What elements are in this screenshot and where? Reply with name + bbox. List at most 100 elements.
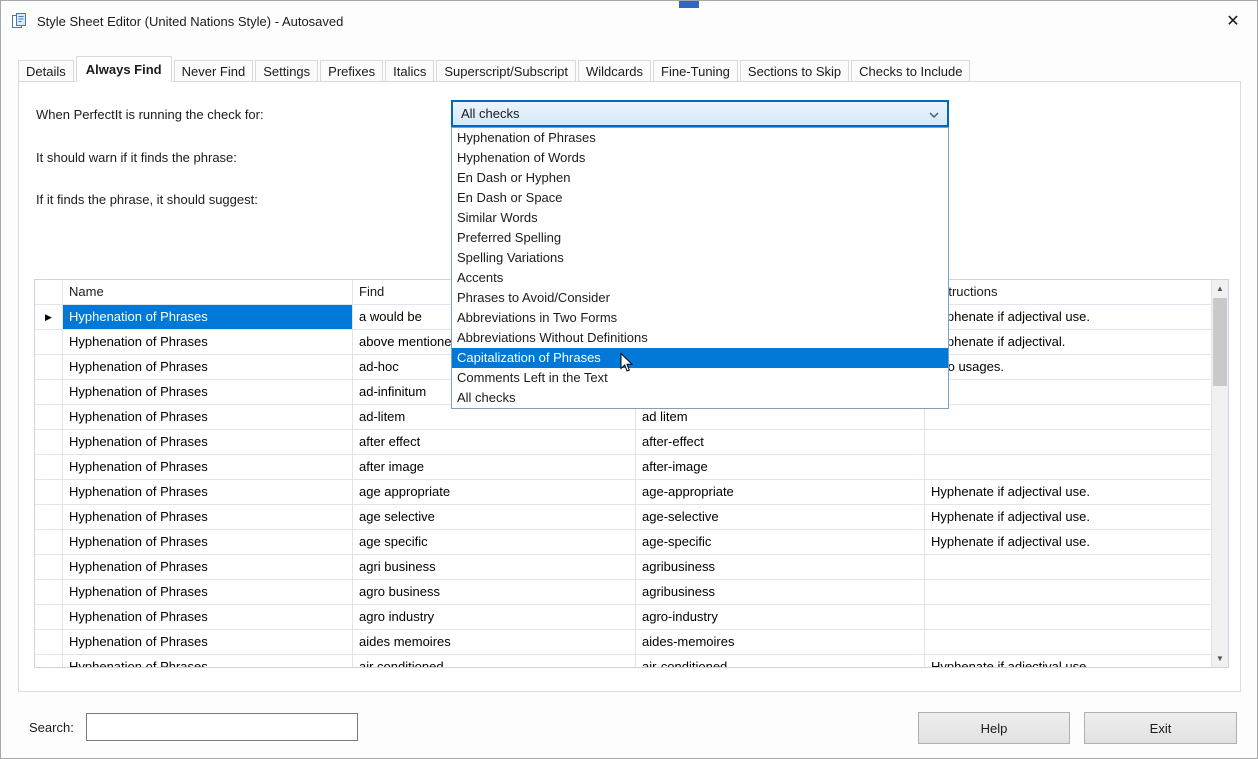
- cell-find[interactable]: age specific: [353, 530, 636, 555]
- tab-prefixes[interactable]: Prefixes: [320, 60, 383, 82]
- cell-suggest[interactable]: age-selective: [636, 505, 925, 530]
- tab-settings[interactable]: Settings: [255, 60, 318, 82]
- cell-name[interactable]: Hyphenation of Phrases: [63, 355, 353, 380]
- row-selector-cell[interactable]: [35, 330, 63, 355]
- cell-instructions[interactable]: Hyphenate if adjectival.: [925, 330, 1211, 355]
- dropdown-option-hyphenation-of-phrases[interactable]: Hyphenation of Phrases: [452, 128, 948, 148]
- cell-instructions[interactable]: [925, 380, 1211, 405]
- dropdown-option-comments-left-in-the-text[interactable]: Comments Left in the Text: [452, 368, 948, 388]
- cell-name[interactable]: Hyphenation of Phrases: [63, 405, 353, 430]
- cell-instructions[interactable]: Two usages.: [925, 355, 1211, 380]
- cell-find[interactable]: after effect: [353, 430, 636, 455]
- cell-name[interactable]: Hyphenation of Phrases: [63, 430, 353, 455]
- cell-instructions[interactable]: [925, 455, 1211, 480]
- row-selector-cell[interactable]: [35, 455, 63, 480]
- cell-suggest[interactable]: aides-memoires: [636, 630, 925, 655]
- row-selector-cell[interactable]: [35, 605, 63, 630]
- cell-name[interactable]: Hyphenation of Phrases: [63, 605, 353, 630]
- cell-name[interactable]: Hyphenation of Phrases: [63, 380, 353, 405]
- cell-suggest[interactable]: agribusiness: [636, 555, 925, 580]
- row-selector-cell[interactable]: [35, 480, 63, 505]
- cell-find[interactable]: aides memoires: [353, 630, 636, 655]
- row-selector-cell[interactable]: [35, 380, 63, 405]
- dropdown-option-abbreviations-in-two-forms[interactable]: Abbreviations in Two Forms: [452, 308, 948, 328]
- cell-instructions[interactable]: Hyphenate if adjectival use.: [925, 655, 1211, 667]
- cell-instructions[interactable]: Hyphenate if adjectival use.: [925, 505, 1211, 530]
- scrollbar-down-icon[interactable]: ▼: [1212, 650, 1228, 667]
- row-selector-cell[interactable]: [35, 430, 63, 455]
- dropdown-option-all-checks[interactable]: All checks: [452, 388, 948, 408]
- tab-details[interactable]: Details: [18, 60, 74, 82]
- cell-name[interactable]: Hyphenation of Phrases: [63, 655, 353, 667]
- tab-wildcards[interactable]: Wildcards: [578, 60, 651, 82]
- dropdown-option-preferred-spelling[interactable]: Preferred Spelling: [452, 228, 948, 248]
- cell-find[interactable]: air conditioned: [353, 655, 636, 667]
- cell-name[interactable]: Hyphenation of Phrases: [63, 530, 353, 555]
- cell-name[interactable]: Hyphenation of Phrases: [63, 630, 353, 655]
- row-selector-cell[interactable]: [35, 405, 63, 430]
- cell-suggest[interactable]: age-specific: [636, 530, 925, 555]
- row-selector-cell[interactable]: [35, 630, 63, 655]
- row-selector-cell[interactable]: [35, 530, 63, 555]
- cell-suggest[interactable]: age-appropriate: [636, 480, 925, 505]
- cell-find[interactable]: after image: [353, 455, 636, 480]
- dropdown-option-similar-words[interactable]: Similar Words: [452, 208, 948, 228]
- cell-name[interactable]: Hyphenation of Phrases: [63, 305, 353, 330]
- cell-suggest[interactable]: air-conditioned: [636, 655, 925, 667]
- tab-never-find[interactable]: Never Find: [174, 60, 254, 82]
- cell-suggest[interactable]: agro-industry: [636, 605, 925, 630]
- cell-instructions[interactable]: Hyphenate if adjectival use.: [925, 480, 1211, 505]
- scrollbar-up-icon[interactable]: ▲: [1212, 280, 1228, 297]
- cell-name[interactable]: Hyphenation of Phrases: [63, 330, 353, 355]
- cell-instructions[interactable]: [925, 405, 1211, 430]
- tab-superscript-subscript[interactable]: Superscript/Subscript: [436, 60, 576, 82]
- search-input[interactable]: [86, 713, 358, 741]
- row-selector-cell[interactable]: ▶: [35, 305, 63, 330]
- cell-instructions[interactable]: [925, 605, 1211, 630]
- cell-suggest[interactable]: agribusiness: [636, 580, 925, 605]
- cell-name[interactable]: Hyphenation of Phrases: [63, 505, 353, 530]
- cell-suggest[interactable]: after-effect: [636, 430, 925, 455]
- dropdown-option-en-dash-or-space[interactable]: En Dash or Space: [452, 188, 948, 208]
- dropdown-option-en-dash-or-hyphen[interactable]: En Dash or Hyphen: [452, 168, 948, 188]
- dropdown-option-hyphenation-of-words[interactable]: Hyphenation of Words: [452, 148, 948, 168]
- scrollbar-thumb[interactable]: [1213, 298, 1227, 386]
- row-selector-cell[interactable]: [35, 505, 63, 530]
- row-selector-cell[interactable]: [35, 580, 63, 605]
- column-header-name[interactable]: Name: [63, 280, 353, 305]
- tab-italics[interactable]: Italics: [385, 60, 434, 82]
- vertical-scrollbar[interactable]: ▲ ▼: [1211, 280, 1228, 667]
- tab-checks-to-include[interactable]: Checks to Include: [851, 60, 970, 82]
- cell-find[interactable]: age appropriate: [353, 480, 636, 505]
- dropdown-option-accents[interactable]: Accents: [452, 268, 948, 288]
- row-selector-cell[interactable]: [35, 555, 63, 580]
- cell-instructions[interactable]: [925, 555, 1211, 580]
- cell-instructions[interactable]: [925, 430, 1211, 455]
- cell-name[interactable]: Hyphenation of Phrases: [63, 455, 353, 480]
- tab-always-find[interactable]: Always Find: [76, 56, 172, 82]
- dropdown-option-abbreviations-without-definitions[interactable]: Abbreviations Without Definitions: [452, 328, 948, 348]
- close-button[interactable]: ✕: [1222, 10, 1244, 32]
- cell-instructions[interactable]: Hyphenate if adjectival use.: [925, 305, 1211, 330]
- dropdown-option-capitalization-of-phrases[interactable]: Capitalization of Phrases: [452, 348, 948, 368]
- dropdown-option-phrases-to-avoid-consider[interactable]: Phrases to Avoid/Consider: [452, 288, 948, 308]
- row-selector-cell[interactable]: [35, 655, 63, 667]
- cell-name[interactable]: Hyphenation of Phrases: [63, 480, 353, 505]
- cell-instructions[interactable]: Hyphenate if adjectival use.: [925, 530, 1211, 555]
- dropdown-option-spelling-variations[interactable]: Spelling Variations: [452, 248, 948, 268]
- checks-combobox[interactable]: All checks: [451, 100, 949, 127]
- grid-corner-cell[interactable]: [35, 280, 63, 305]
- cell-instructions[interactable]: [925, 580, 1211, 605]
- cell-instructions[interactable]: [925, 630, 1211, 655]
- cell-find[interactable]: agri business: [353, 555, 636, 580]
- tab-fine-tuning[interactable]: Fine-Tuning: [653, 60, 738, 82]
- column-header-instructions[interactable]: Instructions: [925, 280, 1211, 305]
- help-button[interactable]: Help: [918, 712, 1070, 744]
- cell-suggest[interactable]: after-image: [636, 455, 925, 480]
- cell-name[interactable]: Hyphenation of Phrases: [63, 580, 353, 605]
- tab-sections-to-skip[interactable]: Sections to Skip: [740, 60, 849, 82]
- exit-button[interactable]: Exit: [1084, 712, 1237, 744]
- cell-find[interactable]: agro industry: [353, 605, 636, 630]
- row-selector-cell[interactable]: [35, 355, 63, 380]
- cell-find[interactable]: age selective: [353, 505, 636, 530]
